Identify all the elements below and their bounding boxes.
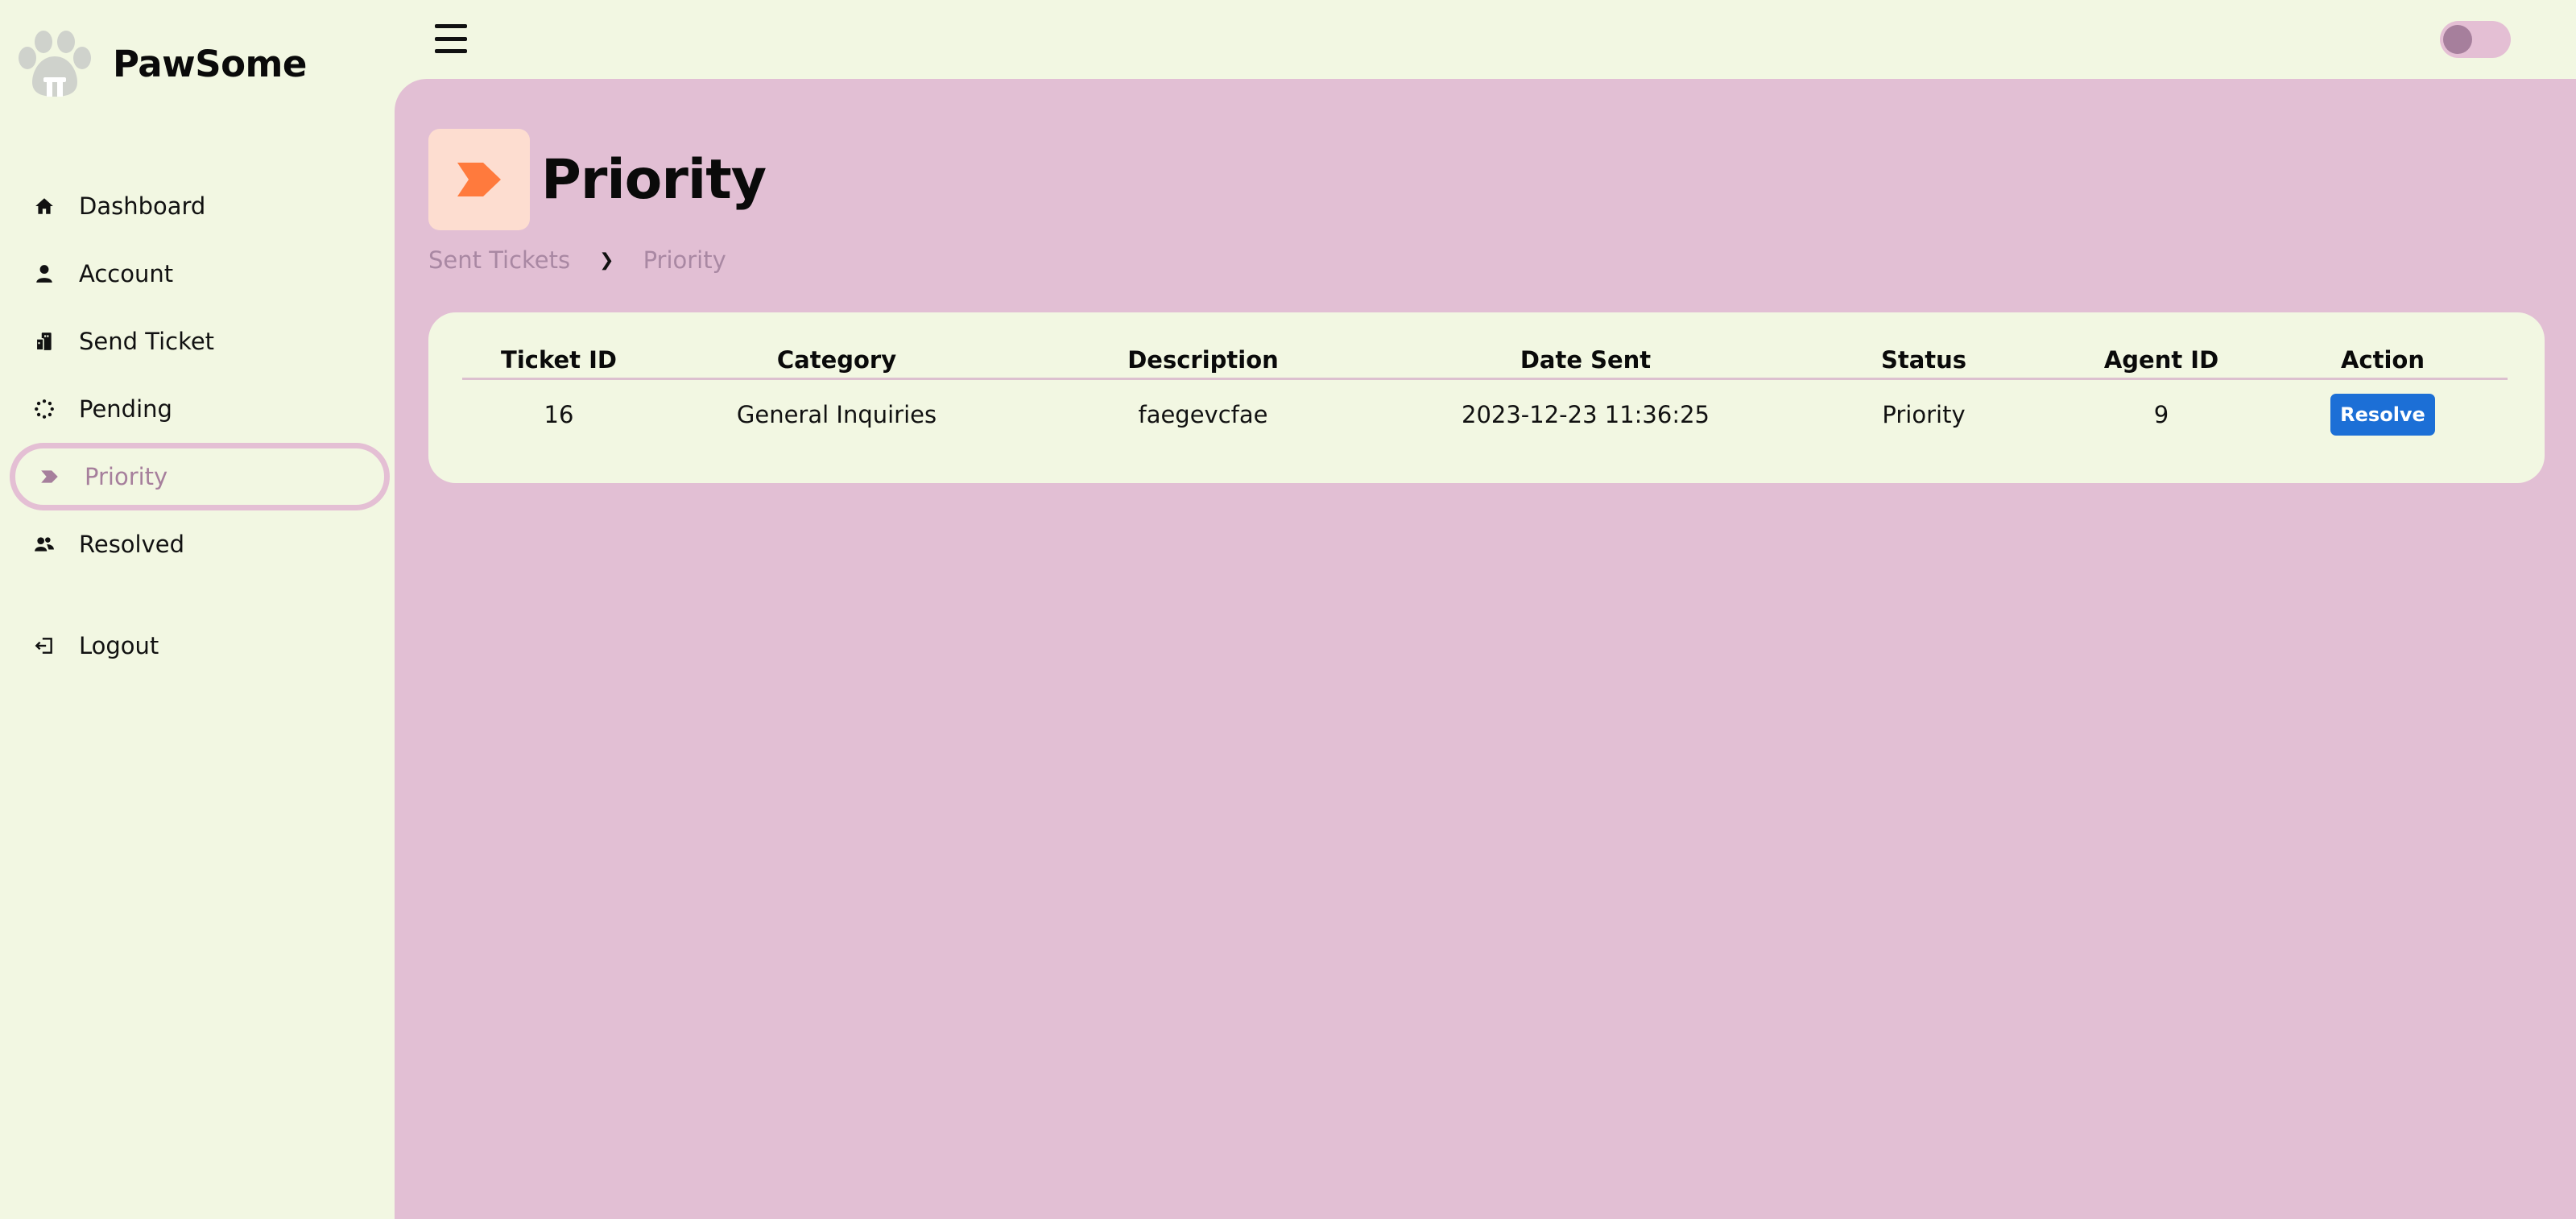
column-header-status: Status: [1783, 346, 2065, 380]
sidebar-item-resolved[interactable]: Resolved: [0, 510, 395, 578]
column-header-category: Category: [655, 346, 1018, 380]
breadcrumb: Sent Tickets ❯ Priority: [428, 246, 726, 274]
brand[interactable]: PawSome: [16, 29, 307, 98]
breadcrumb-current: Priority: [643, 246, 726, 274]
spinner-icon: [32, 397, 56, 421]
column-header-description: Description: [1018, 346, 1388, 380]
sidebar-item-pending[interactable]: Pending: [0, 375, 395, 443]
cell-ticket-id: 16: [544, 400, 574, 428]
sidebar-item-send-ticket[interactable]: Send Ticket: [0, 308, 395, 375]
tickets-table-card: Ticket ID Category Description Date Sent…: [428, 312, 2545, 483]
column-header-ticket-id: Ticket ID: [462, 346, 655, 380]
brand-name: PawSome: [113, 42, 307, 85]
table-row: 16 General Inquiries faegevcfae 2023-12-…: [462, 378, 2508, 449]
sidebar-item-label: Resolved: [79, 531, 185, 558]
table-header-row: Ticket ID Category Description Date Sent…: [462, 346, 2508, 380]
column-header-action: Action: [2258, 346, 2508, 380]
tickets-table: Ticket ID Category Description Date Sent…: [462, 346, 2508, 449]
sidebar-item-dashboard[interactable]: Dashboard: [0, 172, 395, 240]
cell-date-sent: 2023-12-23 11:36:25: [1462, 400, 1710, 428]
hamburger-icon-bar: [435, 49, 467, 53]
logout-icon: [32, 634, 56, 658]
ticket-icon: [32, 329, 56, 353]
column-header-agent-id: Agent ID: [2065, 346, 2258, 380]
breadcrumb-link-sent-tickets[interactable]: Sent Tickets: [428, 246, 570, 274]
column-header-date-sent: Date Sent: [1388, 346, 1783, 380]
breadcrumb-chevron-icon: ❯: [599, 250, 614, 271]
users-check-icon: [32, 532, 56, 556]
sidebar-item-logout[interactable]: Logout: [0, 612, 395, 680]
theme-toggle[interactable]: [2440, 21, 2511, 58]
cell-action: Resolve: [2258, 378, 2508, 449]
chevron-tag-icon: [38, 465, 62, 489]
cell-agent-id: 9: [2153, 400, 2169, 428]
cell-description: faegevcfae: [1138, 400, 1268, 428]
user-icon: [32, 262, 56, 286]
hamburger-icon-bar: [435, 36, 467, 41]
sidebar-item-label: Send Ticket: [79, 328, 215, 355]
sidebar-item-priority[interactable]: Priority: [10, 443, 390, 510]
hamburger-icon-bar: [435, 24, 467, 28]
cell-status: Priority: [1882, 400, 1966, 428]
main-content: Priority Sent Tickets ❯ Priority Ticket …: [395, 79, 2576, 1219]
sidebar-item-label: Account: [79, 260, 174, 287]
sidebar-item-label: Logout: [79, 632, 159, 659]
cell-category: General Inquiries: [736, 400, 937, 428]
hamburger-menu-button[interactable]: [435, 24, 467, 53]
resolve-button[interactable]: Resolve: [2330, 393, 2435, 436]
sidebar-nav: Dashboard Account Send Ticket Pending Pr…: [0, 172, 395, 680]
sidebar-item-label: Pending: [79, 395, 172, 423]
priority-title-icon: [428, 129, 530, 230]
sidebar: PawSome Dashboard Account Send Ticket Pe…: [0, 0, 395, 1219]
page-title: Priority: [541, 148, 767, 212]
sidebar-item-label: Dashboard: [79, 192, 206, 220]
toggle-knob: [2443, 25, 2472, 54]
sidebar-item-account[interactable]: Account: [0, 240, 395, 308]
sidebar-item-label: Priority: [85, 463, 168, 490]
paw-logo-icon: [19, 31, 91, 97]
home-icon: [32, 194, 56, 218]
